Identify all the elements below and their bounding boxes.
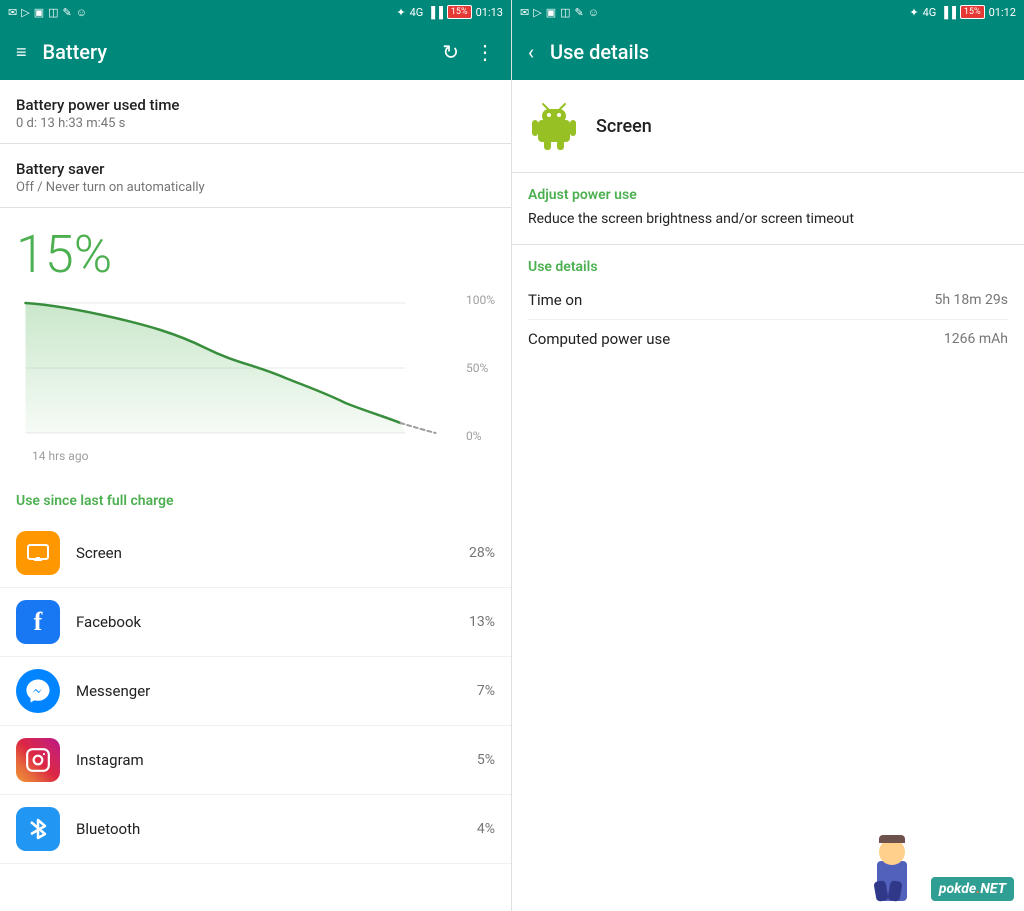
facebook-app-percent: 13% xyxy=(469,614,495,630)
app-item-facebook[interactable]: f Facebook 13% xyxy=(0,588,511,657)
screen-app-percent: 28% xyxy=(469,545,495,561)
instagram-app-name: Instagram xyxy=(76,751,477,769)
right-toolbar: ‹ Use details xyxy=(512,24,1024,80)
app-item-bluetooth[interactable]: Bluetooth 4% xyxy=(0,795,511,864)
r-edit-icon: ✎ xyxy=(575,6,584,19)
r-bluetooth-icon: ✦ xyxy=(909,6,918,19)
screen-app-icon xyxy=(16,531,60,575)
app-list: Screen 28% f Facebook 13% Messenger 7% xyxy=(0,519,511,864)
messenger-app-percent: 7% xyxy=(477,683,495,699)
battery-power-used-value: 0 d: 13 h:33 m:45 s xyxy=(16,116,495,131)
time-on-row: Time on 5h 18m 29s xyxy=(528,281,1008,320)
hamburger-menu-icon[interactable]: ≡ xyxy=(16,42,27,63)
right-status-right: ✦ 4G ▐▐ 15% 01:12 xyxy=(909,5,1016,19)
battery-percentage: 15% xyxy=(0,208,511,293)
signal-4g-icon: 4G xyxy=(410,6,424,19)
app-item-instagram[interactable]: Instagram 5% xyxy=(0,726,511,795)
r-msg-icon: ✉ xyxy=(520,6,529,19)
r-signal-4g-icon: 4G xyxy=(923,6,937,19)
cam-icon: ▣ xyxy=(34,6,44,19)
r-loc-icon: ▷ xyxy=(533,6,541,19)
left-time: 01:13 xyxy=(476,6,503,19)
refresh-icon[interactable]: ↻ xyxy=(442,40,459,64)
alert-icon: ◫ xyxy=(48,6,58,19)
right-toolbar-title: Use details xyxy=(550,40,1008,64)
left-status-icons: ✉ ▷ ▣ ◫ ✎ ☺ xyxy=(8,6,87,19)
use-details-app-name: Screen xyxy=(596,116,652,137)
bluetooth-app-percent: 4% xyxy=(477,821,495,837)
right-time: 01:12 xyxy=(989,6,1016,19)
app-item-messenger[interactable]: Messenger 7% xyxy=(0,657,511,726)
use-details-data: Time on 5h 18m 29s Computed power use 12… xyxy=(512,281,1024,358)
edit-icon: ✎ xyxy=(63,6,72,19)
adjust-power-use-section[interactable]: Adjust power use Reduce the screen brigh… xyxy=(512,173,1024,245)
left-battery-indicator: 15% xyxy=(447,5,472,19)
use-details-section-title-wrapper: Use details xyxy=(512,245,1024,275)
right-content: Screen Adjust power use Reduce the scree… xyxy=(512,80,1024,911)
app-item-screen[interactable]: Screen 28% xyxy=(0,519,511,588)
left-content: Battery power used time 0 d: 13 h:33 m:4… xyxy=(0,80,511,911)
battery-power-used-section: Battery power used time 0 d: 13 h:33 m:4… xyxy=(0,80,511,144)
right-status-bar: ✉ ▷ ▣ ◫ ✎ ☺ ✦ 4G ▐▐ 15% 01:12 xyxy=(512,0,1024,24)
chart-label-50: 50% xyxy=(466,361,495,375)
facebook-app-icon: f xyxy=(16,600,60,644)
battery-saver-label: Battery saver xyxy=(16,160,495,178)
bluetooth-status-icon: ✦ xyxy=(396,6,405,19)
battery-power-used-label: Battery power used time xyxy=(16,96,495,114)
bluetooth-app-icon xyxy=(16,807,60,851)
right-battery-indicator: 15% xyxy=(960,5,985,19)
computed-power-value: 1266 mAh xyxy=(944,331,1008,347)
use-since-header: Use since last full charge xyxy=(0,479,511,519)
left-status-bar: ✉ ▷ ▣ ◫ ✎ ☺ ✦ 4G ▐▐ 15% 01:13 xyxy=(0,0,511,24)
r-chat-icon: ☺ xyxy=(588,6,599,19)
battery-saver-section[interactable]: Battery saver Off / Never turn on automa… xyxy=(0,144,511,208)
instagram-app-icon xyxy=(16,738,60,782)
left-panel: ✉ ▷ ▣ ◫ ✎ ☺ ✦ 4G ▐▐ 15% 01:13 ≡ Battery … xyxy=(0,0,512,911)
messenger-app-name: Messenger xyxy=(76,682,477,700)
r-cam-icon: ▣ xyxy=(546,6,556,19)
battery-chart-svg xyxy=(16,293,455,443)
chart-label-0: 0% xyxy=(466,429,495,443)
screen-app-name: Screen xyxy=(76,544,469,562)
time-on-label: Time on xyxy=(528,291,582,309)
right-panel: ✉ ▷ ▣ ◫ ✎ ☺ ✦ 4G ▐▐ 15% 01:12 ‹ Use deta… xyxy=(512,0,1024,911)
use-details-app-header: Screen xyxy=(512,80,1024,173)
battery-saver-value: Off / Never turn on automatically xyxy=(16,180,495,195)
instagram-app-percent: 5% xyxy=(477,752,495,768)
chat-icon: ☺ xyxy=(76,6,87,19)
r-alert-icon: ◫ xyxy=(560,6,570,19)
loc-icon: ▷ xyxy=(21,6,29,19)
r-signal-bars: ▐▐ xyxy=(940,6,956,19)
adjust-power-use-title: Adjust power use xyxy=(528,187,1008,203)
signal-bars-icon: ▐▐ xyxy=(427,6,443,19)
android-robot-icon xyxy=(528,100,580,152)
use-details-section-title: Use details xyxy=(528,259,1008,275)
left-toolbar-title: Battery xyxy=(43,40,443,64)
facebook-app-name: Facebook xyxy=(76,613,469,631)
left-toolbar: ≡ Battery ↻ ⋮ xyxy=(0,24,511,80)
adjust-power-use-text: Reduce the screen brightness and/or scre… xyxy=(528,209,1008,230)
more-options-icon[interactable]: ⋮ xyxy=(475,40,495,64)
left-toolbar-icons: ↻ ⋮ xyxy=(442,40,495,64)
left-status-right: ✦ 4G ▐▐ 15% 01:13 xyxy=(396,5,503,19)
computed-power-row: Computed power use 1266 mAh xyxy=(528,320,1008,358)
back-button[interactable]: ‹ xyxy=(528,40,534,64)
battery-chart: 100% 50% 0% 14 hrs ago xyxy=(0,293,511,479)
chart-time-ago: 14 hrs ago xyxy=(16,447,495,471)
bluetooth-app-name: Bluetooth xyxy=(76,820,477,838)
messenger-app-icon xyxy=(16,669,60,713)
right-status-icons: ✉ ▷ ▣ ◫ ✎ ☺ xyxy=(520,6,599,19)
chart-label-100: 100% xyxy=(466,293,495,307)
time-on-value: 5h 18m 29s xyxy=(935,292,1009,308)
computed-power-label: Computed power use xyxy=(528,330,670,348)
msg-icon: ✉ xyxy=(8,6,17,19)
